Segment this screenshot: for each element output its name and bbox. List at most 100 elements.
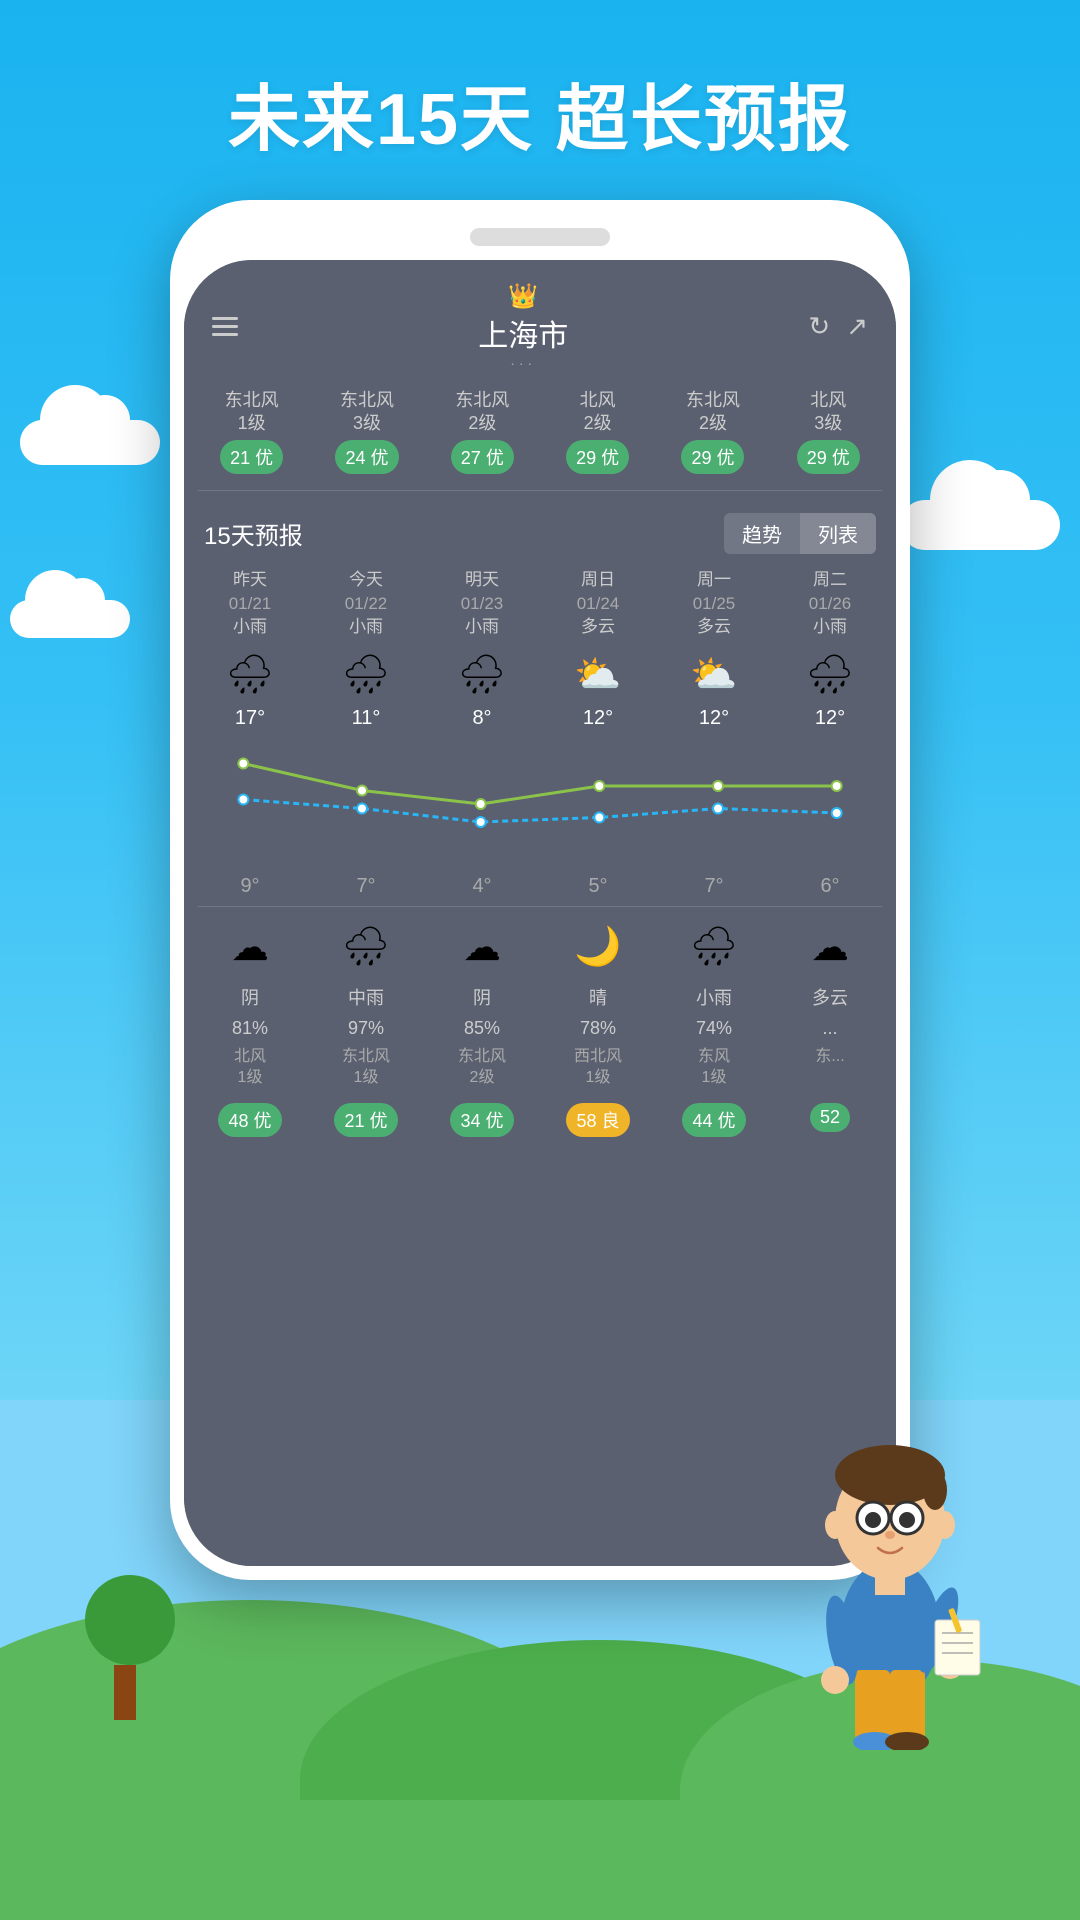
bottom-cond-col-2: 阴 <box>424 980 540 1014</box>
aqi-badge-1: 21 优 <box>334 1103 397 1137</box>
high-point-1 <box>357 786 367 796</box>
days-labels-row: 昨天01/21小雨 今天01/22小雨 明天01/23小雨 周日01/24多云 … <box>184 564 896 643</box>
temp-low-5: 6° <box>820 875 839 897</box>
hourly-wind-4: 东北风2级 <box>659 389 766 436</box>
temp-high-col-1: 11° <box>308 707 424 730</box>
day-icon-col-1: 🌧 <box>308 643 424 707</box>
hourly-item-5: 北风3级 29 优 <box>771 381 886 482</box>
day-weather-icon-0: 🌧 <box>194 653 306 697</box>
temp-low-col-3: 5° <box>540 875 656 898</box>
bottom-aqi-col-5: 52 <box>772 1093 888 1141</box>
day-label-1: 今天01/22小雨 <box>310 568 422 639</box>
refresh-icon[interactable]: ↻ <box>808 311 830 342</box>
night-icon-3: 🌙 <box>542 925 654 969</box>
hourly-aqi-2: 27 优 <box>451 440 514 474</box>
humidity-2: 85% <box>464 1018 500 1038</box>
humidity-0: 81% <box>232 1018 268 1038</box>
temp-high-0: 17° <box>235 707 265 729</box>
night-icon-2: ☁ <box>426 925 538 970</box>
temp-low-4: 7° <box>704 875 723 897</box>
bottom-icon-col-4: 🌧 <box>656 915 772 980</box>
wind-1: 东北风1级 <box>342 1048 390 1086</box>
forecast-tabs[interactable]: 趋势 列表 <box>724 513 876 554</box>
day-label-0: 昨天01/21小雨 <box>194 568 306 639</box>
hourly-item-0: 东北风1级 21 优 <box>194 381 309 482</box>
top-bar-icons: ↻ ↗ <box>808 311 868 342</box>
day-icon-col-4: ⛅ <box>656 643 772 707</box>
hourly-wind-5: 北风3级 <box>775 389 882 436</box>
cloud-2 <box>10 600 130 638</box>
hourly-item-2: 东北风2级 27 优 <box>425 381 540 482</box>
temp-low-1: 7° <box>356 875 375 897</box>
bottom-wind-col-3: 西北风1级 <box>540 1043 656 1093</box>
night-icon-4: 🌧 <box>658 925 770 969</box>
temp-low-col-4: 7° <box>656 875 772 898</box>
day-weather-icon-3: ⛅ <box>542 653 654 697</box>
low-point-1 <box>357 804 367 814</box>
day-label-col-4: 周一01/25多云 <box>656 564 772 643</box>
high-point-3 <box>594 781 604 791</box>
bottom-percent-col-2: 85% <box>424 1014 540 1043</box>
share-icon[interactable]: ↗ <box>846 311 868 342</box>
high-point-0 <box>238 759 248 769</box>
bottom-icon-col-1: 🌧 <box>308 915 424 980</box>
bottom-aqi-col-1: 21 优 <box>308 1093 424 1141</box>
bottom-percent-col-1: 97% <box>308 1014 424 1043</box>
bottom-wind-col-0: 北风1级 <box>192 1043 308 1093</box>
bottom-wind-col-4: 东风1级 <box>656 1043 772 1093</box>
bottom-percent-col-4: 74% <box>656 1014 772 1043</box>
hourly-aqi-4: 29 优 <box>681 440 744 474</box>
temp-high-5: 12° <box>815 707 845 729</box>
hourly-wind-3: 北风2级 <box>544 389 651 436</box>
bottom-aqi-col-3: 58 良 <box>540 1093 656 1141</box>
divider-2 <box>198 906 882 907</box>
temp-chart-container: 17°11°8°12°12°12° 9°7°4°5°7°6° <box>184 707 896 898</box>
tab-trend[interactable]: 趋势 <box>724 513 800 554</box>
temp-low-col-2: 4° <box>424 875 540 898</box>
day-label-col-1: 今天01/22小雨 <box>308 564 424 643</box>
hourly-aqi-1: 24 优 <box>335 440 398 474</box>
temperature-chart <box>184 730 896 870</box>
humidity-3: 78% <box>580 1018 616 1038</box>
tab-list[interactable]: 列表 <box>800 513 876 554</box>
bottom-icon-col-0: ☁ <box>192 915 308 980</box>
day-weather-icon-5: 🌧 <box>774 653 886 697</box>
temp-low-col-5: 6° <box>772 875 888 898</box>
hourly-wind-0: 东北风1级 <box>198 389 305 436</box>
temp-high-1: 11° <box>352 707 381 729</box>
low-point-2 <box>476 817 486 827</box>
temp-high-col-3: 12° <box>540 707 656 730</box>
bottom-icon-col-5: ☁ <box>772 915 888 980</box>
hourly-wind-1: 东北风3级 <box>313 389 420 436</box>
hourly-item-4: 东北风2级 29 优 <box>655 381 770 482</box>
day-label-2: 明天01/23小雨 <box>426 568 538 639</box>
humidity-1: 97% <box>348 1018 384 1038</box>
bottom-percent-row: 81% 97% 85% 78% 74%... <box>184 1014 896 1043</box>
wind-5: 东... <box>815 1048 844 1065</box>
menu-button[interactable] <box>212 317 238 336</box>
high-point-2 <box>476 799 486 809</box>
night-icon-5: ☁ <box>774 925 886 970</box>
day-icon-col-2: 🌧 <box>424 643 540 707</box>
low-point-5 <box>832 808 842 818</box>
day-label-col-0: 昨天01/21小雨 <box>192 564 308 643</box>
wind-3: 西北风1级 <box>574 1048 622 1086</box>
night-condition-3: 晴 <box>589 988 607 1008</box>
temp-high-col-5: 12° <box>772 707 888 730</box>
aqi-badge-3: 58 良 <box>566 1103 629 1137</box>
bottom-wind-col-5: 东... <box>772 1043 888 1093</box>
wind-0: 北风1级 <box>234 1048 266 1086</box>
bottom-wind-col-1: 东北风1级 <box>308 1043 424 1093</box>
main-title: 未来15天 超长预报 <box>0 60 1080 165</box>
high-point-4 <box>713 781 723 791</box>
night-condition-5: 多云 <box>812 988 848 1008</box>
hourly-aqi-0: 21 优 <box>220 440 283 474</box>
hourly-wind-2: 东北风2级 <box>429 389 536 436</box>
humidity-5: ... <box>822 1018 837 1038</box>
bottom-aqi-row: 48 优21 优34 优58 良44 优52 <box>184 1093 896 1141</box>
night-condition-1: 中雨 <box>348 988 384 1008</box>
tree-trunk <box>114 1665 136 1720</box>
divider-1 <box>198 490 882 491</box>
aqi-badge-0: 48 优 <box>218 1103 281 1137</box>
temp-high-col-2: 8° <box>424 707 540 730</box>
